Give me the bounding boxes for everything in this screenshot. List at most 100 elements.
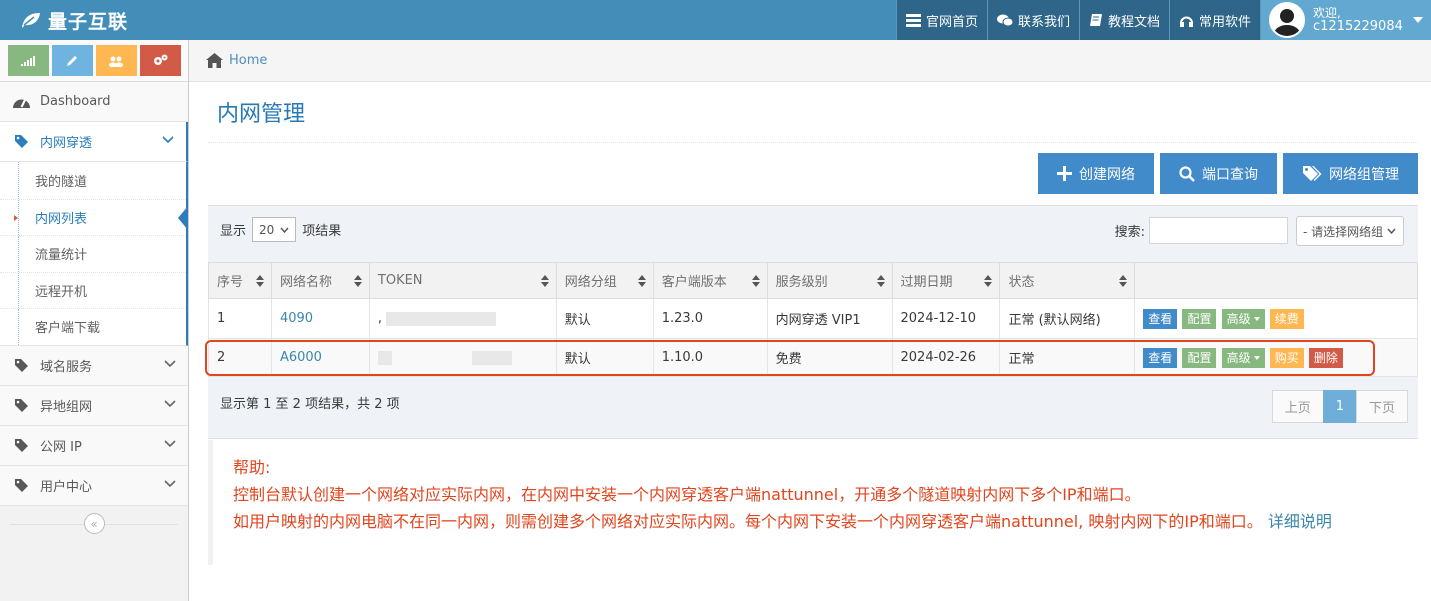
chat-icon bbox=[996, 14, 1013, 26]
brand-name: 量子互联 bbox=[48, 10, 129, 33]
cell-group: 默认 bbox=[555, 338, 654, 377]
next-page-button[interactable]: 下页 bbox=[1355, 390, 1408, 423]
cell-name: A6000 bbox=[270, 338, 370, 377]
column-header-index[interactable]: 序号 bbox=[208, 262, 272, 299]
column-header-token[interactable]: TOKEN bbox=[368, 262, 557, 299]
welcome-text: 欢迎, bbox=[1313, 6, 1341, 20]
create-network-button[interactable]: 创建网络 bbox=[1038, 153, 1154, 194]
page-title: 内网管理 bbox=[217, 102, 306, 127]
plus-icon bbox=[1057, 166, 1072, 181]
redacted-block bbox=[471, 350, 512, 365]
collapse-sidebar-button[interactable]: « bbox=[83, 513, 105, 534]
submenu-item-network-list[interactable]: 内网列表 bbox=[0, 198, 188, 236]
sidebar-item-dashboard[interactable]: Dashboard bbox=[0, 82, 188, 122]
sidebar-item-public-ip[interactable]: 公网 IP bbox=[0, 425, 188, 466]
submenu-item-label: 流量统计 bbox=[35, 248, 88, 264]
page-1-button[interactable]: 1 bbox=[1322, 390, 1357, 423]
dashboard-icon bbox=[12, 99, 30, 108]
redacted-block bbox=[386, 311, 497, 326]
advanced-dropdown-button[interactable]: 高级 bbox=[1221, 347, 1265, 368]
network-name-link[interactable]: 4090 bbox=[280, 311, 313, 326]
cell-status: 正常 bbox=[999, 338, 1136, 377]
submenu-item-download[interactable]: 客户端下载 bbox=[0, 308, 186, 345]
sidebar-item-intranet[interactable]: 内网穿透 bbox=[0, 122, 188, 162]
submenu-item-traffic[interactable]: 流量统计 bbox=[0, 235, 186, 272]
column-header-version[interactable]: 客户端版本 bbox=[652, 262, 768, 299]
column-header-actions bbox=[1134, 262, 1418, 299]
table-info: 显示第 1 至 2 项结果，共 2 项 bbox=[220, 397, 400, 412]
help-line-2: 如用户映射的内网电脑不在同一内网，则需创建多个网络对应实际内网。每个内网下安装一… bbox=[233, 508, 1398, 535]
tag-icon bbox=[14, 478, 28, 492]
page-size-value: 20 bbox=[259, 222, 275, 237]
submenu-item-wake[interactable]: 远程开机 bbox=[0, 271, 186, 309]
sidebar-item-label: Dashboard bbox=[40, 94, 111, 109]
caret-right-icon bbox=[14, 214, 18, 221]
cell-index: 2 bbox=[208, 338, 272, 377]
network-group-placeholder: - 请选择网络组 bbox=[1303, 224, 1384, 239]
view-button[interactable]: 查看 bbox=[1143, 308, 1178, 329]
search-input[interactable] bbox=[1149, 217, 1288, 244]
network-group-select[interactable]: - 请选择网络组 bbox=[1296, 216, 1404, 246]
details-link[interactable]: 详细说明 bbox=[1268, 512, 1332, 531]
list-icon bbox=[905, 13, 921, 27]
brand-logo[interactable]: 量子互联 bbox=[20, 0, 128, 40]
submenu-item-tunnels[interactable]: 我的隧道 bbox=[0, 162, 186, 199]
network-group-manage-label: 网络组管理 bbox=[1329, 166, 1399, 183]
sidebar-item-user-center[interactable]: 用户中心 bbox=[0, 465, 188, 506]
network-name-link[interactable]: A6000 bbox=[280, 350, 322, 365]
network-group-manage-button[interactable]: 网络组管理 bbox=[1283, 153, 1418, 194]
sort-icon bbox=[637, 275, 646, 287]
chevron-down-icon bbox=[1387, 228, 1396, 234]
top-navbar: 量子互联 官网首页 联系我们 教程文档 常用软件 欢迎, c1215229084 bbox=[0, 0, 1431, 40]
port-query-button[interactable]: 端口查询 bbox=[1160, 153, 1277, 194]
column-header-group[interactable]: 网络分组 bbox=[555, 262, 654, 299]
users-shortcut-button[interactable] bbox=[95, 45, 137, 76]
cell-version: 1.10.0 bbox=[652, 338, 768, 377]
column-header-expire[interactable]: 过期日期 bbox=[891, 262, 1001, 299]
help-line-1: 控制台默认创建一个网络对应实际内网，在内网中安装一个内网穿透客户端nattunn… bbox=[233, 485, 1141, 504]
sort-icon bbox=[984, 275, 993, 287]
breadcrumb: Home bbox=[189, 40, 1431, 82]
stats-shortcut-button[interactable] bbox=[7, 45, 49, 76]
view-button[interactable]: 查看 bbox=[1143, 347, 1178, 368]
tag-icon bbox=[14, 438, 28, 452]
renew-button[interactable]: 续费 bbox=[1269, 308, 1304, 329]
sort-icon bbox=[751, 275, 760, 287]
caret-down-icon bbox=[1253, 317, 1260, 321]
table-controls: 显示 20 项结果 搜索: - 请选择网络组 bbox=[208, 205, 1418, 262]
sort-icon bbox=[1119, 275, 1128, 287]
column-header-status[interactable]: 状态 bbox=[999, 262, 1136, 299]
breadcrumb-home-link[interactable]: Home bbox=[229, 53, 267, 68]
settings-shortcut-button[interactable] bbox=[139, 45, 181, 76]
cell-level: 免费 bbox=[766, 338, 893, 377]
config-button[interactable]: 配置 bbox=[1182, 347, 1217, 368]
sidebar-item-remote-network[interactable]: 异地组网 bbox=[0, 385, 188, 426]
page-size-select[interactable]: 20 bbox=[252, 217, 297, 242]
active-indicator bbox=[178, 205, 188, 230]
nav-software[interactable]: 常用软件 bbox=[1168, 0, 1260, 40]
nav-contact[interactable]: 联系我们 bbox=[986, 0, 1079, 40]
nav-home[interactable]: 官网首页 bbox=[895, 0, 987, 40]
column-header-name[interactable]: 网络名称 bbox=[270, 262, 370, 299]
chevron-down-icon bbox=[280, 227, 289, 233]
advanced-dropdown-button[interactable]: 高级 bbox=[1221, 308, 1265, 329]
user-menu[interactable]: 欢迎, c1215229084 bbox=[1260, 0, 1431, 40]
token-value: , bbox=[377, 311, 383, 326]
cell-expire: 2024-12-10 bbox=[891, 298, 1001, 339]
config-button[interactable]: 配置 bbox=[1182, 308, 1217, 329]
nav-home-label: 官网首页 bbox=[925, 14, 978, 30]
nav-docs[interactable]: 教程文档 bbox=[1078, 0, 1169, 40]
column-header-level[interactable]: 服务级别 bbox=[766, 262, 893, 299]
delete-button[interactable]: 删除 bbox=[1308, 347, 1343, 368]
chevron-down-icon bbox=[164, 479, 176, 487]
page-size-prefix: 显示 bbox=[220, 224, 247, 239]
nav-docs-label: 教程文档 bbox=[1107, 14, 1160, 30]
buy-button[interactable]: 购买 bbox=[1269, 347, 1304, 368]
network-table: 序号 网络名称 TOKEN 网络分组 客户端版本 服务级别 过期日期 状态 1 … bbox=[208, 262, 1418, 377]
prev-page-button[interactable]: 上页 bbox=[1271, 390, 1324, 423]
edit-shortcut-button[interactable] bbox=[51, 45, 93, 76]
intranet-submenu: 我的隧道 内网列表 流量统计 远程开机 客户端下载 bbox=[0, 162, 188, 346]
sidebar-item-label: 异地组网 bbox=[40, 399, 93, 415]
sidebar-item-domain[interactable]: 域名服务 bbox=[0, 345, 188, 386]
book-icon bbox=[1089, 14, 1102, 26]
